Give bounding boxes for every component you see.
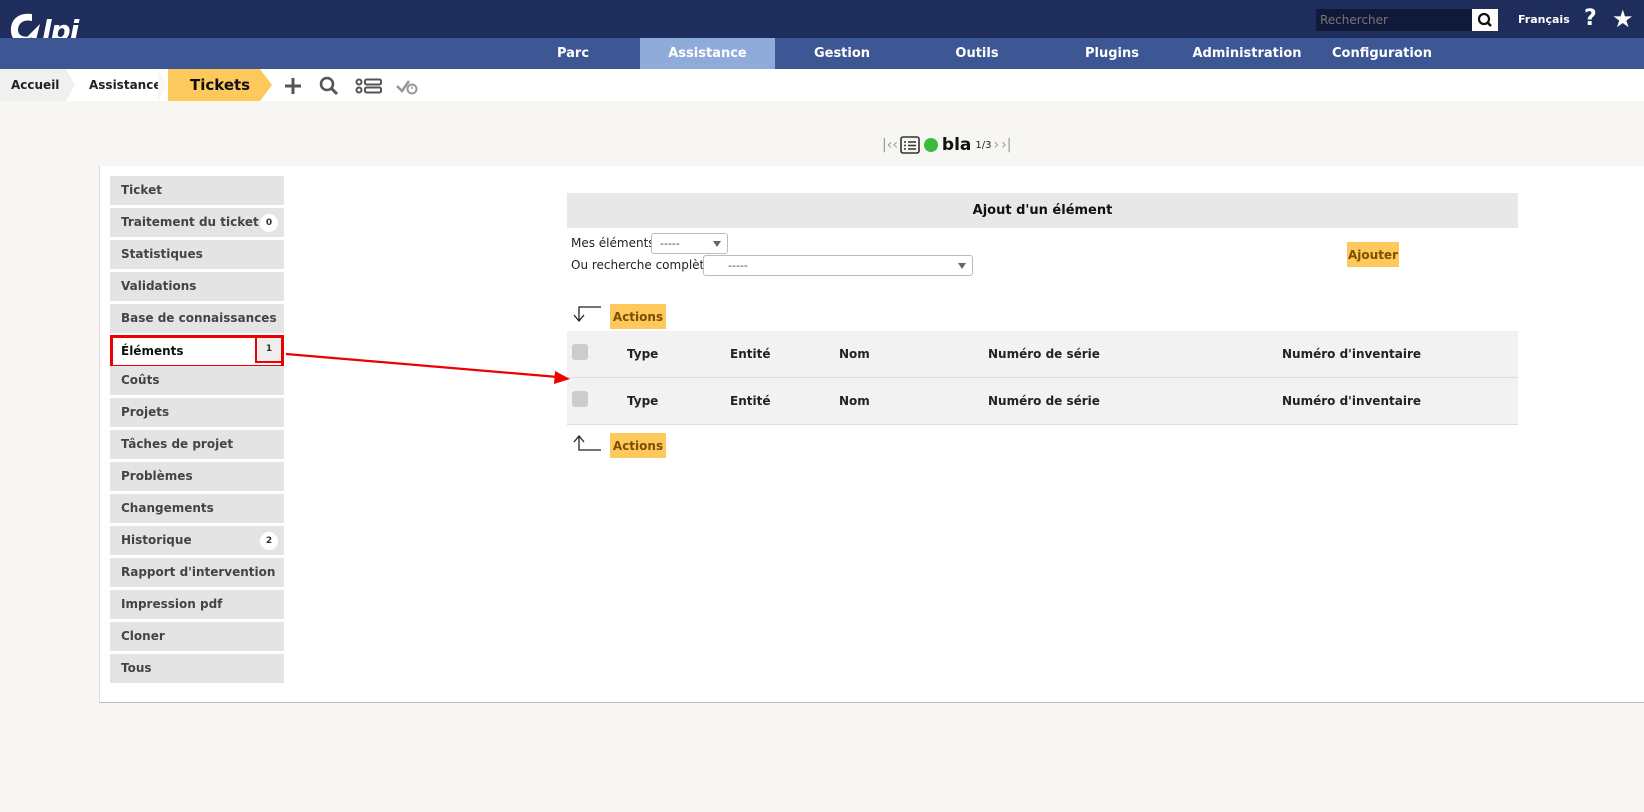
- add-item-title: Ajout d'un élément: [567, 193, 1518, 228]
- last-record-icon[interactable]: ›|: [1001, 137, 1011, 153]
- first-record-icon[interactable]: |‹‹: [882, 137, 898, 153]
- breadcrumb-home[interactable]: Accueil: [0, 69, 66, 101]
- language-selector[interactable]: Français: [1518, 13, 1570, 26]
- tab-label: Impression pdf: [121, 597, 223, 611]
- tab-impression-pdf[interactable]: Impression pdf: [110, 590, 284, 619]
- menu-item-administration[interactable]: Administration: [1190, 38, 1304, 69]
- breadcrumb-tickets[interactable]: Tickets: [168, 69, 260, 101]
- search-button[interactable]: [1472, 9, 1498, 31]
- chevron-down-icon: [958, 263, 966, 269]
- breadcrumb-assistance[interactable]: Assistance: [78, 69, 168, 101]
- select-all-checkbox[interactable]: [572, 391, 588, 407]
- breadcrumb: Accueil Assistance Tickets: [0, 69, 1644, 101]
- tab-label: Cloner: [121, 629, 165, 643]
- add-button[interactable]: Ajouter: [1347, 242, 1399, 267]
- list-icon[interactable]: [354, 74, 384, 98]
- table-footer: Type Entité Nom Numéro de série Numéro d…: [567, 378, 1518, 425]
- tab-label: Rapport d'intervention: [121, 565, 276, 579]
- tab-taches-projet[interactable]: Tâches de projet: [110, 430, 284, 459]
- col-type[interactable]: Type: [627, 347, 658, 361]
- record-navigation: |‹‹ bla 1/3 › ›|: [882, 133, 1011, 157]
- tab-label: Traitement du ticket: [121, 215, 259, 229]
- col-nom[interactable]: Nom: [839, 394, 870, 408]
- tab-ticket[interactable]: Ticket: [110, 176, 284, 205]
- col-numero-serie[interactable]: Numéro de série: [988, 394, 1100, 408]
- star-icon[interactable]: ★: [1612, 5, 1634, 33]
- search-icon[interactable]: [316, 74, 342, 98]
- col-numero-serie[interactable]: Numéro de série: [988, 347, 1100, 361]
- col-numero-inventaire[interactable]: Numéro d'inventaire: [1282, 394, 1421, 408]
- breadcrumb-separator: [260, 69, 272, 101]
- col-nom[interactable]: Nom: [839, 347, 870, 361]
- my-items-select[interactable]: -----: [651, 233, 728, 254]
- menu-item-outils[interactable]: Outils: [935, 38, 1019, 69]
- arrow-down-left-icon: [573, 306, 601, 323]
- menu-item-plugins[interactable]: Plugins: [1070, 38, 1154, 69]
- tab-validations[interactable]: Validations: [110, 272, 284, 301]
- full-search-label: Ou recherche complète: [571, 258, 712, 272]
- tab-label: Base de connaissances: [121, 311, 277, 325]
- tab-label: Historique: [121, 533, 192, 547]
- menu-item-gestion[interactable]: Gestion: [800, 38, 884, 69]
- col-type[interactable]: Type: [627, 394, 658, 408]
- full-search-select[interactable]: -----: [703, 255, 973, 276]
- chevron-down-icon: [713, 241, 721, 247]
- count-badge: 0: [260, 214, 278, 232]
- tab-problemes[interactable]: Problèmes: [110, 462, 284, 491]
- tab-projets[interactable]: Projets: [110, 398, 284, 427]
- tab-elements[interactable]: Éléments 1: [110, 335, 284, 368]
- validate-icon[interactable]: [394, 74, 420, 98]
- tab-base-connaissances[interactable]: Base de connaissances: [110, 304, 284, 333]
- breadcrumb-separator: [66, 69, 75, 101]
- select-value: -----: [660, 237, 680, 250]
- col-numero-inventaire[interactable]: Numéro d'inventaire: [1282, 347, 1421, 361]
- menu-item-parc[interactable]: Parc: [538, 38, 608, 69]
- tab-label: Ticket: [121, 183, 162, 197]
- actions-button-bottom[interactable]: Actions: [610, 433, 666, 458]
- tab-historique[interactable]: Historique 2: [110, 526, 284, 555]
- col-entite[interactable]: Entité: [730, 347, 770, 361]
- tab-traitement[interactable]: Traitement du ticket 0: [110, 208, 284, 237]
- ticket-panel: [99, 166, 1644, 703]
- tab-label: Coûts: [121, 373, 160, 387]
- status-dot: [923, 138, 938, 152]
- add-icon[interactable]: [280, 74, 306, 98]
- menu-item-configuration[interactable]: Configuration: [1326, 38, 1438, 69]
- count-badge: 1: [255, 336, 283, 363]
- table-header: Type Entité Nom Numéro de série Numéro d…: [567, 331, 1518, 378]
- list-view-icon[interactable]: [900, 136, 920, 154]
- search-icon: [1477, 12, 1492, 27]
- my-items-label: Mes éléments: [571, 236, 655, 250]
- question-icon[interactable]: ?: [1584, 6, 1597, 31]
- arrow-up-left-icon: [573, 434, 601, 451]
- select-value: -----: [728, 259, 748, 272]
- tab-tous[interactable]: Tous: [110, 654, 284, 683]
- tab-changements[interactable]: Changements: [110, 494, 284, 523]
- tab-label: Statistiques: [121, 247, 203, 261]
- tab-label: Validations: [121, 279, 197, 293]
- search-input[interactable]: [1316, 9, 1472, 31]
- tab-label: Éléments: [121, 344, 184, 358]
- tab-statistiques[interactable]: Statistiques: [110, 240, 284, 269]
- top-bar: lpi Français ? ★: [0, 0, 1644, 50]
- tab-label: Tâches de projet: [121, 437, 234, 451]
- main-menu: Parc Assistance Gestion Outils Plugins A…: [0, 38, 1644, 69]
- tab-label: Changements: [121, 501, 214, 515]
- count-badge: 2: [260, 532, 278, 550]
- col-entite[interactable]: Entité: [730, 394, 770, 408]
- actions-button-top[interactable]: Actions: [610, 304, 666, 329]
- record-name: bla: [941, 135, 972, 155]
- tab-label: Projets: [121, 405, 170, 419]
- tab-rapport-intervention[interactable]: Rapport d'intervention: [110, 558, 284, 587]
- menu-item-assistance[interactable]: Assistance: [640, 38, 775, 69]
- record-position: 1/3: [975, 139, 992, 151]
- tab-cloner[interactable]: Cloner: [110, 622, 284, 651]
- tab-couts[interactable]: Coûts: [110, 366, 284, 395]
- tab-label: Tous: [121, 661, 152, 675]
- next-record-icon[interactable]: ›: [993, 137, 999, 153]
- breadcrumb-separator: [158, 69, 167, 101]
- select-all-checkbox[interactable]: [572, 344, 588, 360]
- tab-label: Problèmes: [121, 469, 193, 483]
